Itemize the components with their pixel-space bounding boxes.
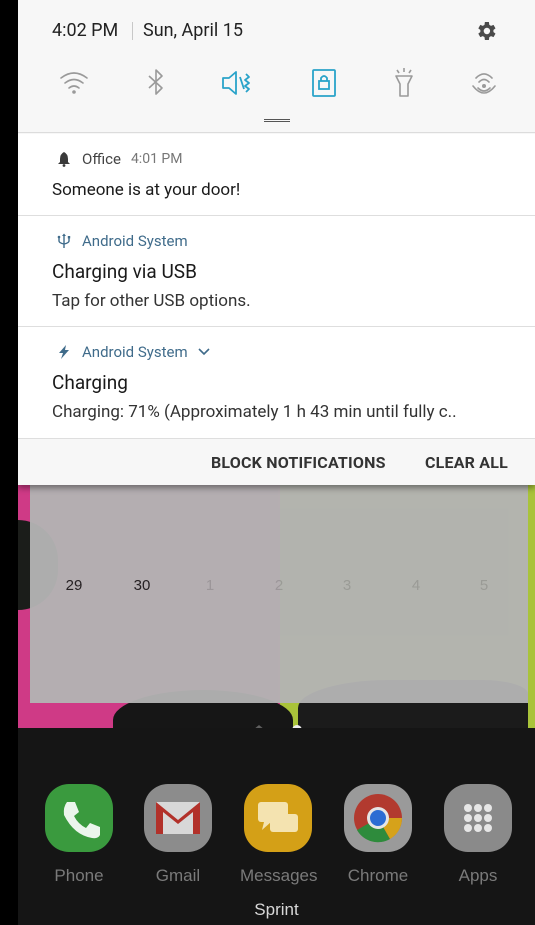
calendar-day[interactable]: 2	[259, 577, 299, 594]
screen-rotation-lock-icon[interactable]	[308, 66, 340, 100]
notification-header: Android System	[56, 342, 210, 362]
notification-text: Someone is at your door!	[52, 180, 241, 200]
notification-text: Tap for other USB options.	[52, 291, 251, 311]
notification-text: Charging: 71% (Approximately 1 h 43 min …	[52, 402, 457, 422]
notification-time: 4:01 PM	[130, 151, 183, 167]
app-label: Chrome	[347, 866, 409, 885]
app-name: Office	[82, 150, 121, 168]
phone-icon	[45, 784, 113, 852]
app-drawer[interactable]: Apps	[440, 784, 516, 886]
block-notifications-button[interactable]: BLOCK NOTIFICATIONS	[211, 453, 386, 472]
status-time: 4:02 PM	[52, 20, 119, 41]
gear-icon[interactable]	[474, 19, 498, 43]
flashlight-icon[interactable]	[388, 66, 420, 100]
expand-handle[interactable]	[264, 119, 290, 122]
calendar-day[interactable]: 4	[396, 577, 436, 594]
nfc-icon[interactable]	[468, 66, 500, 100]
calendar-day[interactable]: 3	[327, 577, 367, 594]
app-phone[interactable]: Phone	[41, 784, 117, 886]
notification-office[interactable]: Office 4:01 PM Someone is at your door!	[18, 134, 535, 216]
notification-title: Charging via USB	[52, 260, 197, 283]
calendar-day[interactable]: 1	[190, 577, 230, 594]
clear-all-button[interactable]: CLEAR ALL	[425, 453, 508, 472]
messages-icon	[244, 784, 312, 852]
lightning-icon	[59, 345, 69, 359]
bluetooth-icon[interactable]	[140, 66, 172, 100]
calendar-day[interactable]: 5	[464, 577, 504, 594]
gmail-icon	[144, 784, 212, 852]
notification-usb[interactable]: Android System Charging via USB Tap for …	[18, 216, 535, 327]
notification-header: Office 4:01 PM	[56, 149, 182, 169]
notification-title: Charging	[52, 371, 128, 394]
app-messages[interactable]: Messages	[240, 784, 318, 886]
chevron-down-icon[interactable]	[198, 347, 210, 357]
calendar-day[interactable]: 29	[54, 577, 94, 594]
app-gmail[interactable]: Gmail	[140, 784, 216, 886]
notification-header: Android System	[56, 231, 188, 251]
app-label: Apps	[458, 866, 498, 885]
app-label: Gmail	[155, 866, 201, 885]
wifi-icon[interactable]	[58, 66, 90, 100]
app-name: Android System	[82, 232, 188, 250]
notification-charging[interactable]: Android System Charging Charging: 71% (A…	[18, 327, 535, 439]
quick-settings-panel: 4:02 PM Sun, April 15	[18, 0, 535, 133]
notification-actions: BLOCK NOTIFICATIONS CLEAR ALL	[18, 439, 535, 485]
vibrate-icon[interactable]	[220, 66, 252, 100]
app-label: Messages	[240, 866, 318, 885]
calendar-day[interactable]: 30	[122, 577, 162, 594]
bell-icon	[58, 152, 70, 167]
carrier-label: Sprint	[254, 900, 299, 919]
usb-icon	[57, 233, 71, 248]
status-divider	[132, 22, 133, 40]
calendar-widget[interactable]: 29 30 1 2 3 4 5	[30, 485, 528, 703]
app-label: Phone	[54, 866, 104, 885]
notification-shade: 4:02 PM Sun, April 15 Office 4:01 PM Som…	[18, 0, 535, 485]
app-dock: Phone Gmail Messages Chrome Apps Sprint	[18, 728, 535, 925]
chrome-icon	[344, 784, 412, 852]
app-chrome[interactable]: Chrome	[340, 784, 416, 886]
app-name: Android System	[82, 343, 188, 361]
status-date[interactable]: Sun, April 15	[143, 20, 243, 41]
calendar-week-row: 29 30 1 2 3 4 5	[30, 577, 528, 597]
apps-grid-icon	[444, 784, 512, 852]
